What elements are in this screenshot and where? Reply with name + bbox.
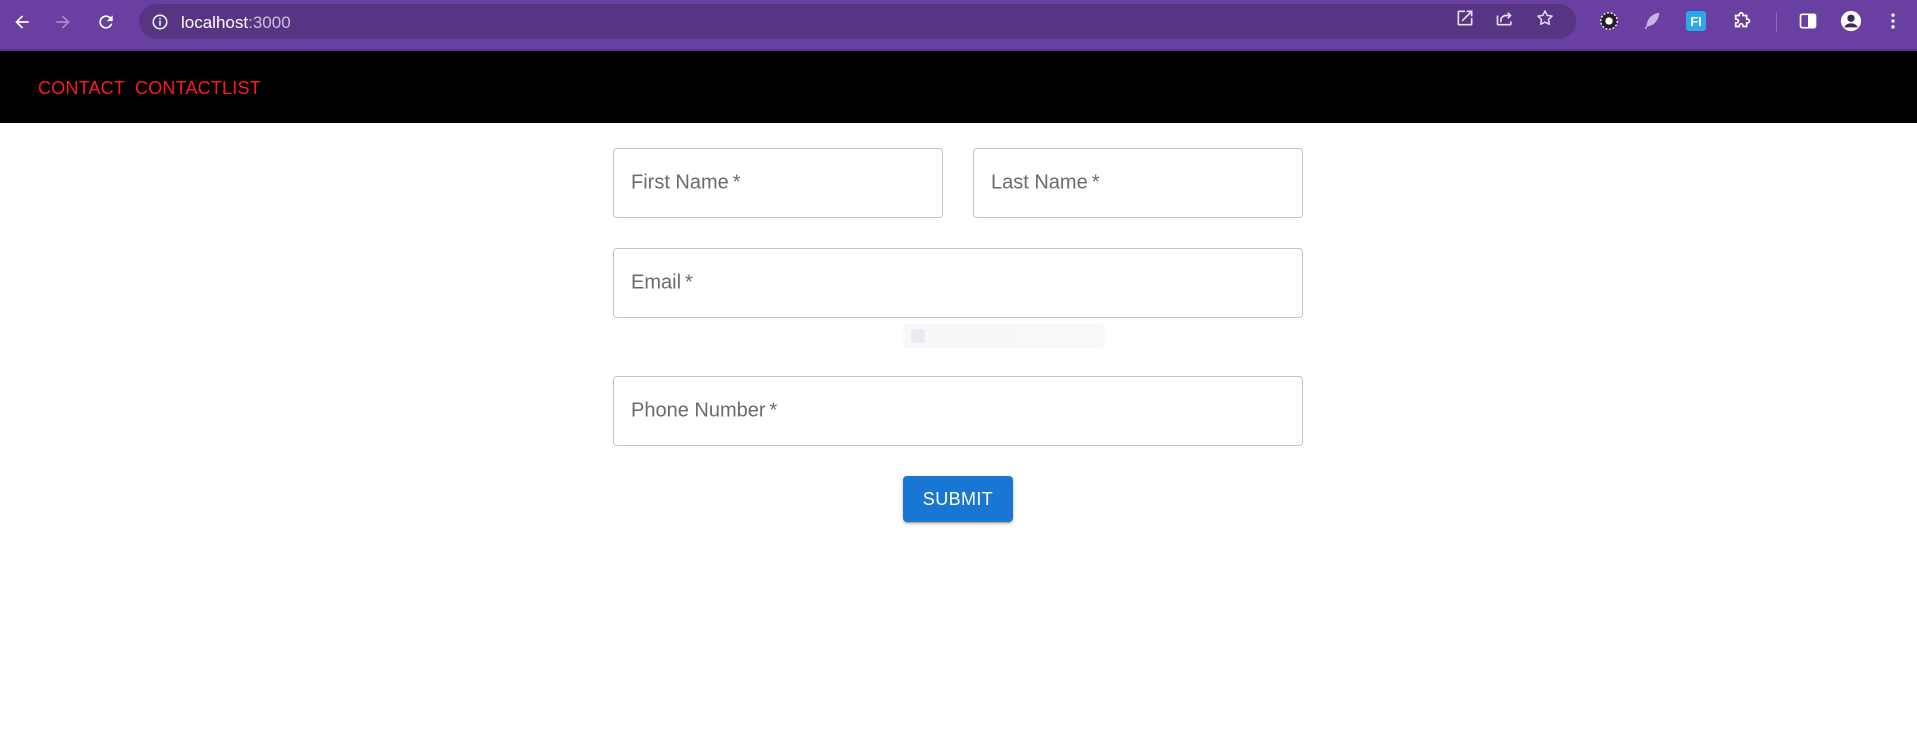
url-host: localhost [181,13,249,32]
required-mark: * [685,271,693,294]
nav-link-contactlist[interactable]: CONTACTLIST [135,78,261,99]
email-field[interactable]: Email * [613,248,1303,318]
faint-overlay-chip [903,324,1105,348]
toolbar-separator [1776,12,1777,32]
url-text: localhost:3000 [181,13,291,33]
required-mark: * [1091,171,1100,194]
phone-number-label: Phone Number * [631,400,777,423]
email-label: Email * [631,272,693,295]
reload-icon[interactable] [92,8,120,36]
first-name-field[interactable]: First Name * [613,148,943,218]
back-arrow-icon[interactable] [8,8,36,36]
last-name-label: Last Name * [991,172,1100,195]
url-port: :3000 [248,13,291,32]
puzzle-icon[interactable] [1732,10,1754,32]
app-header: CONTACT CONTACTLIST [0,51,1917,123]
side-panel-icon[interactable] [1797,10,1819,32]
profile-icon[interactable] [1840,10,1862,32]
first-name-label-text: First Name [631,171,729,194]
star-icon[interactable] [1535,8,1555,28]
last-name-field[interactable]: Last Name * [973,148,1303,218]
nav-link-contact[interactable]: CONTACT [38,78,125,99]
phone-number-label-text: Phone Number [631,399,766,422]
last-name-label-text: Last Name [991,171,1088,194]
share-icon[interactable] [1495,8,1515,28]
gear-extension-icon[interactable] [1598,10,1620,32]
kebab-menu-icon[interactable] [1882,10,1904,32]
fi-extension-icon[interactable]: FI [1685,10,1707,32]
address-bar[interactable]: localhost:3000 [139,4,1576,39]
forward-arrow-icon[interactable] [49,8,77,36]
first-name-label: First Name * [631,172,741,195]
required-mark: * [769,399,778,422]
open-external-icon[interactable] [1455,8,1475,28]
fi-extension-label: FI [1686,11,1706,31]
info-icon[interactable] [149,11,170,32]
submit-button[interactable]: SUBMIT [903,476,1013,522]
feather-extension-icon[interactable] [1641,10,1663,32]
email-label-text: Email [631,271,682,294]
overlay-chip-icon [911,329,925,343]
phone-number-field[interactable]: Phone Number * [613,376,1303,446]
required-mark: * [732,171,741,194]
